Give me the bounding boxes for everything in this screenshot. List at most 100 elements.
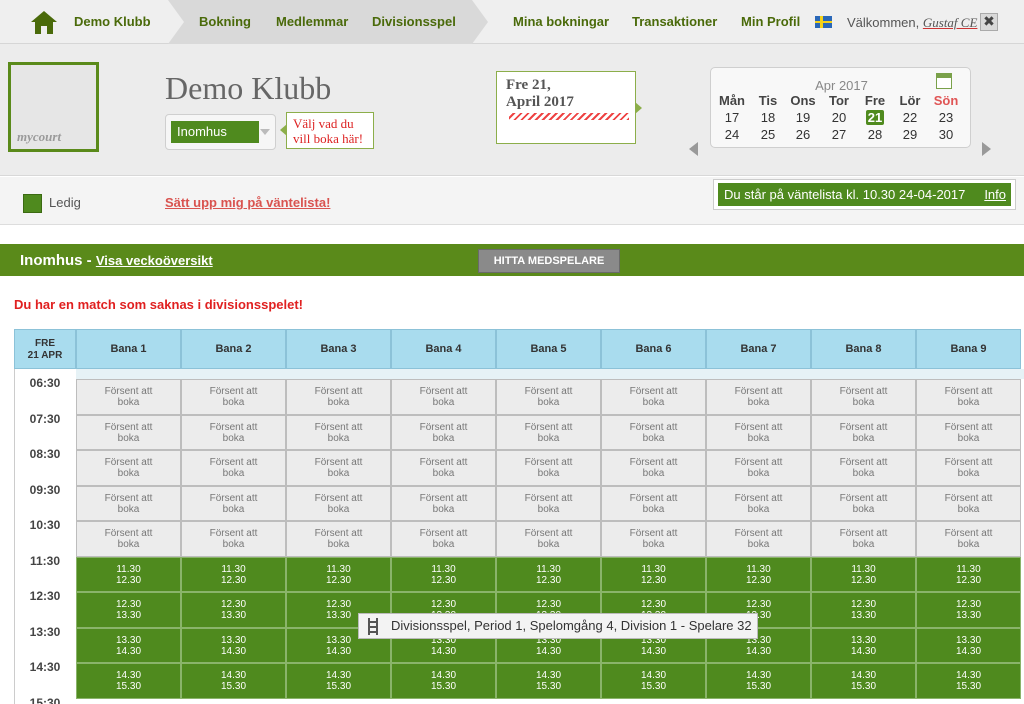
calendar-day[interactable]: 27	[822, 127, 856, 142]
slot-free[interactable]: 14.30 15.30	[286, 663, 391, 699]
slot-too-late: Försent att boka	[496, 450, 601, 486]
week-overview-link[interactable]: Visa veckoöversikt	[96, 253, 213, 268]
waitlist-status: Du står på väntelista kl. 10.30 24-04-20…	[713, 179, 1016, 210]
area-select[interactable]: Inomhus	[165, 114, 276, 150]
tooltip-text: Divisionsspel, Period 1, Spelomgång 4, D…	[391, 618, 752, 633]
waitlist-status-text: Du står på väntelista kl. 10.30 24-04-20…	[724, 187, 966, 202]
slot-too-late: Försent att boka	[916, 485, 1021, 521]
slot-free[interactable]: 11.30 12.30	[391, 556, 496, 592]
slot-too-late: Försent att boka	[916, 521, 1021, 557]
slot-too-late: Försent att boka	[286, 414, 391, 450]
day-header: FRE 21 APR	[14, 329, 76, 369]
user-name[interactable]: Gustaf CE	[923, 15, 978, 30]
slot-free[interactable]: 12.30 13.30	[76, 592, 181, 628]
slot-free[interactable]: 13.30 14.30	[811, 627, 916, 663]
calendar-day[interactable]: 19	[786, 110, 820, 125]
time-label: 12:30	[29, 589, 61, 603]
calendar-day[interactable]: 23	[929, 110, 963, 125]
calendar-icon[interactable]	[936, 73, 952, 89]
selected-date-box: Fre 21, April 2017	[496, 71, 642, 144]
slot-free[interactable]: 13.30 14.30	[181, 627, 286, 663]
calendar-day[interactable]: 30	[929, 127, 963, 142]
home-icon[interactable]	[30, 9, 58, 35]
slot-too-late: Försent att boka	[76, 450, 181, 486]
slot-too-late: Försent att boka	[391, 379, 496, 415]
time-label: 06:30	[29, 376, 61, 390]
weekday-wed: Ons	[790, 93, 816, 108]
slot-free[interactable]: 13.30 14.30	[76, 627, 181, 663]
waitlist-info-link[interactable]: Info	[984, 183, 1006, 206]
slot-free[interactable]: 14.30 15.30	[706, 663, 811, 699]
slot-too-late: Försent att boka	[391, 414, 496, 450]
slot-free[interactable]: 14.30 15.30	[916, 663, 1021, 699]
nav-club-link[interactable]: Demo Klubb	[74, 14, 151, 29]
swedish-flag-icon[interactable]	[815, 16, 832, 28]
calendar-day[interactable]: 25	[751, 127, 785, 142]
calendar-weekday-row: Mån Tis Ons Tor Fre Lör Sön	[715, 93, 967, 109]
slot-too-late: Försent att boka	[181, 450, 286, 486]
slot-free[interactable]: 11.30 12.30	[76, 556, 181, 592]
find-players-button[interactable]: HITTA MEDSPELARE	[478, 249, 620, 273]
slot-free[interactable]: 11.30 12.30	[601, 556, 706, 592]
court-header: Bana 3	[286, 329, 391, 369]
slot-free[interactable]: 11.30 12.30	[706, 556, 811, 592]
slot-free[interactable]: 12.30 13.30	[811, 592, 916, 628]
time-label: 10:30	[29, 518, 61, 532]
slot-too-late: Försent att boka	[601, 414, 706, 450]
nav-item-divisionsspel[interactable]: Divisionsspel	[372, 14, 456, 29]
area-select-value[interactable]: Inomhus	[171, 121, 259, 143]
nav-item-medlemmar[interactable]: Medlemmar	[276, 14, 348, 29]
calendar-day[interactable]: 17	[715, 110, 749, 125]
slot-free[interactable]: 14.30 15.30	[391, 663, 496, 699]
slot-free[interactable]: 14.30 15.30	[181, 663, 286, 699]
select-hint: Välj vad du vill boka här!	[280, 112, 374, 149]
waitlist-signup-link[interactable]: Sätt upp mig på väntelista!	[165, 195, 330, 210]
prev-week-arrow-icon[interactable]	[689, 142, 698, 156]
calendar-month: Apr 2017	[815, 78, 868, 93]
time-label: 08:30	[29, 447, 61, 461]
calendar-day[interactable]: 20	[822, 110, 856, 125]
slot-free[interactable]: 11.30 12.30	[496, 556, 601, 592]
slot-free[interactable]: 14.30 15.30	[496, 663, 601, 699]
slot-free[interactable]: 14.30 15.30	[76, 663, 181, 699]
selected-date: Fre 21, April 2017	[506, 77, 574, 110]
next-week-arrow-icon[interactable]	[982, 142, 991, 156]
calendar-day[interactable]: 18	[751, 110, 785, 125]
calendar-day[interactable]: 22	[893, 110, 927, 125]
calendar-day-today[interactable]: 21	[866, 110, 884, 125]
nav-item-bokning[interactable]: Bokning	[199, 14, 251, 29]
nav-item-transaktioner[interactable]: Transaktioner	[632, 14, 717, 29]
slot-free[interactable]: 13.30 14.30	[916, 627, 1021, 663]
time-label: 13:30	[29, 624, 61, 639]
calendar-day[interactable]: 28	[858, 127, 892, 142]
slot-free[interactable]: 12.30 13.30	[181, 592, 286, 628]
calendar-day[interactable]: 24	[715, 127, 749, 142]
slot-too-late: Försent att boka	[706, 521, 811, 557]
calendar-day[interactable]: 29	[893, 127, 927, 142]
slot-too-late: Försent att boka	[706, 485, 811, 521]
slot-free[interactable]: 14.30 15.30	[601, 663, 706, 699]
time-label: 09:30	[29, 482, 61, 497]
welcome-label: Välkommen,	[847, 15, 920, 30]
slot-too-late: Försent att boka	[811, 450, 916, 486]
court-header: Bana 4	[391, 329, 496, 369]
slot-too-late: Försent att boka	[811, 379, 916, 415]
slot-too-late: Försent att boka	[601, 485, 706, 521]
slot-too-late: Försent att boka	[76, 521, 181, 557]
top-navigation: Demo Klubb Bokning Medlemmar Divisionssp…	[0, 0, 1024, 44]
logout-close-icon[interactable]: ✖	[980, 13, 998, 31]
slot-free[interactable]: 11.30 12.30	[916, 556, 1021, 592]
mini-calendar: Apr 2017 Mån Tis Ons Tor Fre Lör Sön 17 …	[710, 67, 971, 148]
slot-free[interactable]: 11.30 12.30	[181, 556, 286, 592]
area-bar: Inomhus - Visa veckoöversikt HITTA MEDSP…	[0, 244, 1024, 276]
division-tooltip: Divisionsspel, Period 1, Spelomgång 4, D…	[358, 613, 758, 639]
slot-too-late: Försent att boka	[916, 414, 1021, 450]
chevron-down-icon[interactable]	[260, 129, 270, 135]
slot-free[interactable]: 12.30 13.30	[916, 592, 1021, 628]
nav-item-min-profil[interactable]: Min Profil	[741, 14, 800, 29]
nav-item-mina-bokningar[interactable]: Mina bokningar	[513, 14, 609, 29]
slot-free[interactable]: 14.30 15.30	[811, 663, 916, 699]
slot-free[interactable]: 11.30 12.30	[811, 556, 916, 592]
calendar-day[interactable]: 26	[786, 127, 820, 142]
slot-free[interactable]: 11.30 12.30	[286, 556, 391, 592]
